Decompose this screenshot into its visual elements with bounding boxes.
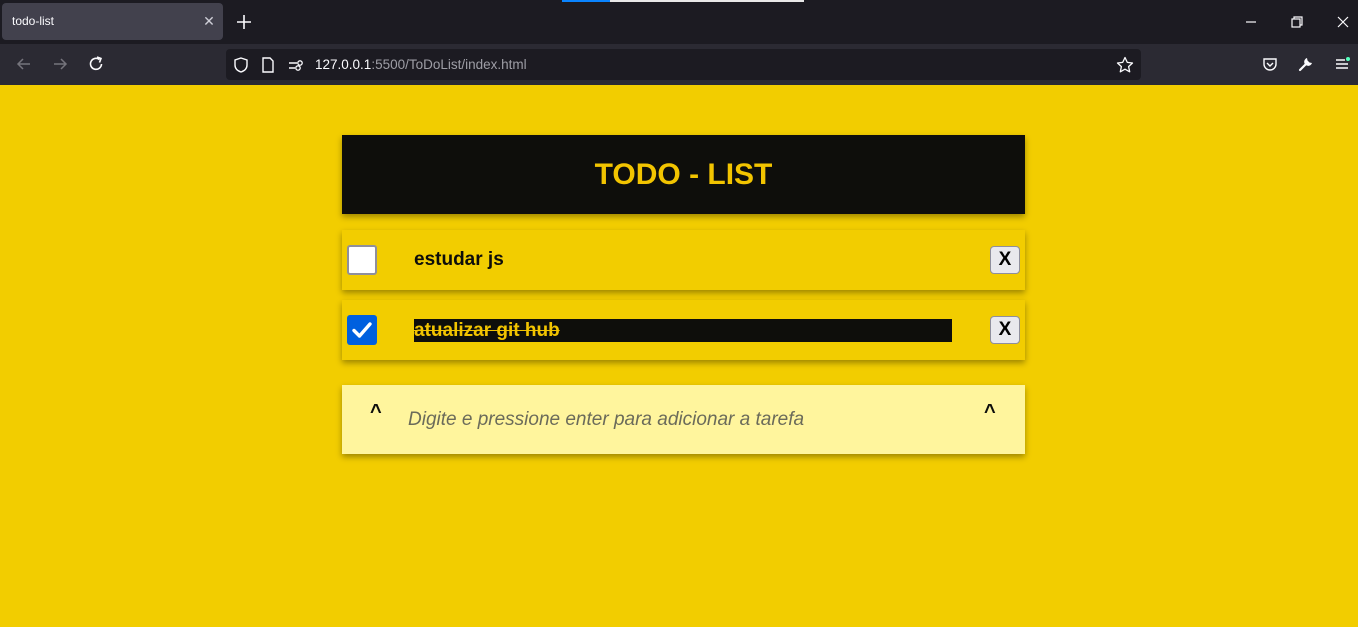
- task-item: estudar js X: [342, 230, 1025, 290]
- checkmark-icon: [352, 322, 372, 338]
- shield-icon[interactable]: [231, 55, 251, 75]
- close-icon[interactable]: [1333, 12, 1353, 32]
- caret-right: ^: [984, 401, 996, 423]
- browser-titlebar: todo-list ✕: [0, 0, 1358, 44]
- browser-tab[interactable]: todo-list ✕: [2, 3, 223, 40]
- task-text: estudar js: [414, 249, 504, 270]
- delete-task-button[interactable]: X: [990, 246, 1020, 274]
- url-path: :5500/ToDoList/index.html: [371, 57, 527, 72]
- forward-icon[interactable]: [50, 54, 70, 74]
- restore-icon[interactable]: [1287, 12, 1307, 32]
- url-host: 127.0.0.1: [315, 57, 372, 72]
- delete-task-button[interactable]: X: [990, 316, 1020, 344]
- url-bar[interactable]: 127.0.0.1:5500/ToDoList/index.html: [226, 49, 1141, 80]
- task-item: atualizar git hub X: [342, 300, 1025, 360]
- tab-title: todo-list: [12, 14, 55, 28]
- app-header: TODO - LIST: [342, 135, 1025, 214]
- tab-close-icon[interactable]: ✕: [200, 12, 218, 30]
- page-icon[interactable]: [258, 55, 278, 75]
- loading-indicator: [562, 0, 610, 2]
- pocket-icon[interactable]: [1260, 54, 1280, 74]
- reload-icon[interactable]: [86, 54, 106, 74]
- back-icon[interactable]: [14, 54, 34, 74]
- caret-left: ^: [370, 401, 382, 423]
- minimize-icon[interactable]: [1241, 12, 1261, 32]
- add-task-input[interactable]: [408, 405, 968, 435]
- page-title: TODO - LIST: [594, 158, 773, 191]
- add-task-box: ^ ^: [342, 385, 1025, 454]
- star-icon[interactable]: [1115, 55, 1135, 75]
- task-checkbox[interactable]: [347, 245, 377, 275]
- new-tab-icon[interactable]: [233, 11, 255, 33]
- browser-navbar: 127.0.0.1:5500/ToDoList/index.html: [0, 44, 1358, 85]
- url-text[interactable]: 127.0.0.1:5500/ToDoList/index.html: [315, 57, 527, 72]
- task-checkbox[interactable]: [347, 315, 377, 345]
- wrench-icon[interactable]: [1296, 54, 1316, 74]
- task-text-completed: atualizar git hub: [414, 319, 952, 342]
- menu-icon[interactable]: [1332, 54, 1352, 74]
- permissions-icon[interactable]: [286, 55, 306, 75]
- loading-indicator-track: [610, 0, 804, 2]
